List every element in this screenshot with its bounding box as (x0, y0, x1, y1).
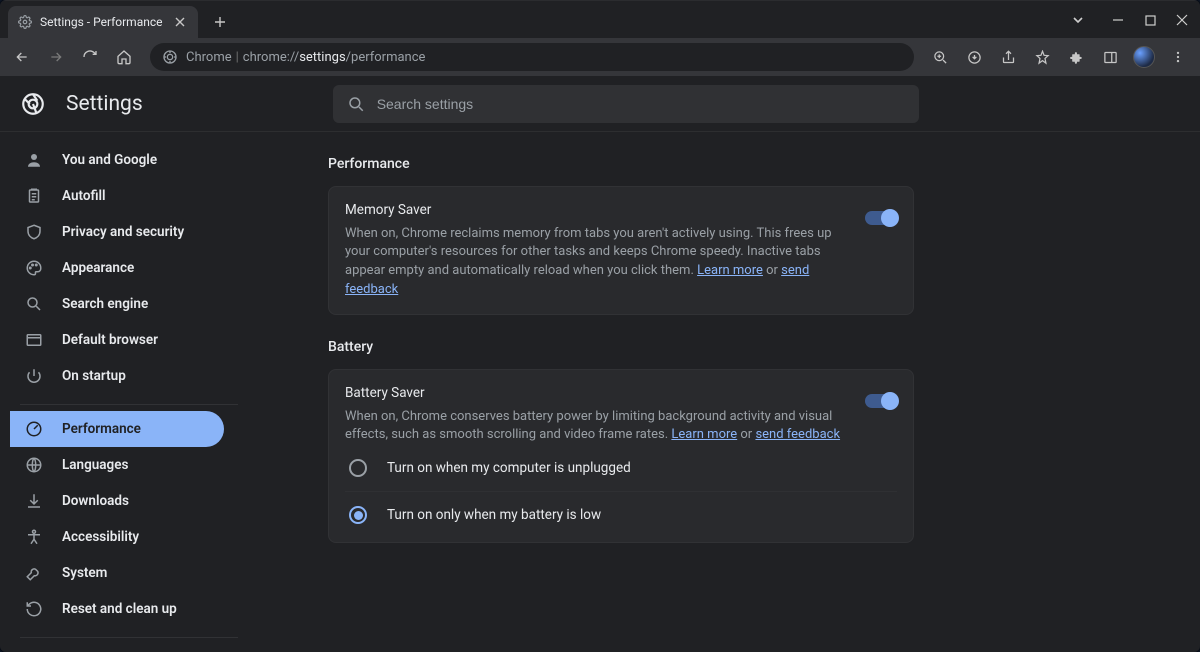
settings-content: Performance Memory Saver When on, Chrome… (258, 132, 1200, 652)
sidebar-item-downloads[interactable]: Downloads (0, 483, 224, 519)
section-title-battery: Battery (328, 339, 914, 355)
reload-button[interactable] (76, 43, 104, 71)
browser-menu-icon[interactable] (1164, 43, 1192, 71)
sidebar-item-you-and-google[interactable]: You and Google (0, 142, 224, 178)
back-button[interactable] (8, 43, 36, 71)
battery-saver-card: Battery Saver When on, Chrome conserves … (328, 369, 914, 543)
learn-more-link[interactable]: Learn more (671, 427, 737, 442)
browser-toolbar: Chrome|chrome://settings/performance (0, 38, 1200, 76)
download-icon (24, 491, 44, 511)
zoom-icon[interactable] (926, 43, 954, 71)
search-icon (24, 294, 44, 314)
battery-saver-desc: When on, Chrome conserves battery power … (345, 408, 849, 446)
extensions-icon[interactable] (1062, 43, 1090, 71)
sidebar-item-label: Appearance (62, 260, 134, 276)
bookmark-icon[interactable] (1028, 43, 1056, 71)
url-text: Chrome|chrome://settings/performance (186, 50, 425, 65)
sidebar-item-accessibility[interactable]: Accessibility (0, 519, 224, 555)
share-icon[interactable] (994, 43, 1022, 71)
sidebar-item-label: Privacy and security (62, 224, 184, 240)
sidebar-item-label: Downloads (62, 493, 129, 509)
memory-saver-card: Memory Saver When on, Chrome reclaims me… (328, 186, 914, 315)
shield-icon (24, 222, 44, 242)
sidebar-item-label: Accessibility (62, 529, 139, 545)
home-button[interactable] (110, 43, 138, 71)
sidebar-separator (20, 637, 238, 638)
sidebar-item-on-startup[interactable]: On startup (0, 358, 224, 394)
address-bar[interactable]: Chrome|chrome://settings/performance (150, 43, 914, 71)
radio-icon (349, 506, 367, 524)
sidebar-item-languages[interactable]: Languages (0, 447, 224, 483)
sidebar-item-extensions[interactable]: Extensions (0, 644, 224, 652)
sidebar-item-performance[interactable]: Performance (10, 411, 224, 447)
sidebar-item-label: Search engine (62, 296, 148, 312)
profile-avatar[interactable] (1130, 43, 1158, 71)
close-tab-icon[interactable] (172, 14, 188, 30)
battery-saver-toggle[interactable] (865, 394, 897, 408)
send-feedback-link[interactable]: send feedback (755, 427, 840, 442)
settings-search-input[interactable] (377, 96, 905, 112)
browser-icon (24, 330, 44, 350)
sidebar-item-search-engine[interactable]: Search engine (0, 286, 224, 322)
memory-saver-desc: When on, Chrome reclaims memory from tab… (345, 225, 849, 300)
battery-option-low[interactable]: Turn on only when my battery is low (345, 491, 897, 538)
sidebar-separator (20, 404, 238, 405)
accessibility-icon (24, 527, 44, 547)
sidebar-item-label: On startup (62, 368, 126, 384)
speedometer-icon (24, 419, 44, 439)
window-minimize-button[interactable] (1104, 6, 1132, 34)
sidebar-item-label: Autofill (62, 188, 106, 204)
sidebar-item-label: Performance (62, 421, 141, 437)
settings-title: Settings (66, 92, 143, 116)
globe-icon (24, 455, 44, 475)
sidebar-item-label: System (62, 565, 107, 581)
sidebar-item-privacy[interactable]: Privacy and security (0, 214, 224, 250)
sidebar-item-default-browser[interactable]: Default browser (0, 322, 224, 358)
radio-icon (349, 459, 367, 477)
sidebar-item-label: You and Google (62, 152, 157, 168)
memory-saver-toggle[interactable] (865, 211, 897, 225)
sidebar-item-reset[interactable]: Reset and clean up (0, 591, 224, 627)
settings-sidebar: You and Google Autofill Privacy and secu… (0, 132, 258, 652)
sidebar-item-autofill[interactable]: Autofill (0, 178, 224, 214)
install-icon[interactable] (960, 43, 988, 71)
memory-saver-title: Memory Saver (345, 201, 849, 221)
radio-label: Turn on only when my battery is low (387, 507, 601, 523)
learn-more-link[interactable]: Learn more (697, 263, 763, 278)
palette-icon (24, 258, 44, 278)
forward-button[interactable] (42, 43, 70, 71)
side-panel-icon[interactable] (1096, 43, 1124, 71)
search-icon (347, 95, 365, 113)
sidebar-item-label: Languages (62, 457, 128, 473)
settings-search[interactable] (333, 85, 919, 123)
new-tab-button[interactable] (206, 8, 234, 36)
radio-label: Turn on when my computer is unplugged (387, 460, 631, 476)
battery-option-unplugged[interactable]: Turn on when my computer is unplugged (345, 445, 897, 491)
power-icon (24, 366, 44, 386)
section-title-performance: Performance (328, 156, 914, 172)
site-info-icon[interactable] (162, 49, 178, 65)
sidebar-item-system[interactable]: System (0, 555, 224, 591)
person-icon (24, 150, 44, 170)
window-close-button[interactable] (1168, 6, 1196, 34)
chrome-logo-icon (20, 91, 46, 117)
settings-header: Settings (0, 76, 1200, 132)
wrench-icon (24, 563, 44, 583)
restore-icon (24, 599, 44, 619)
sidebar-item-label: Reset and clean up (62, 601, 177, 617)
tab-search-icon[interactable] (1064, 6, 1092, 34)
clipboard-icon (24, 186, 44, 206)
browser-tab[interactable]: Settings - Performance (8, 6, 198, 38)
window-maximize-button[interactable] (1136, 6, 1164, 34)
tab-title: Settings - Performance (40, 15, 164, 29)
browser-tabstrip: Settings - Performance (0, 0, 1200, 38)
battery-saver-title: Battery Saver (345, 384, 849, 404)
gear-icon (18, 15, 32, 29)
sidebar-item-appearance[interactable]: Appearance (0, 250, 224, 286)
sidebar-item-label: Default browser (62, 332, 158, 348)
